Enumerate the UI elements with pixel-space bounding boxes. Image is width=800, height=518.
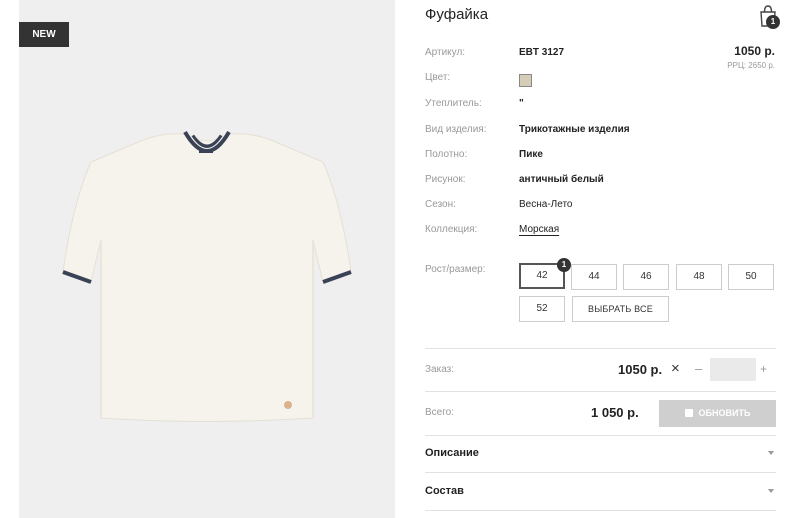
attr-value-pattern: античный белый xyxy=(519,174,604,185)
size-label: Рост/размер: xyxy=(425,264,486,275)
decrease-quantity-button[interactable]: – xyxy=(695,361,702,376)
chevron-down-icon[interactable] xyxy=(768,489,774,493)
total-label: Всего: xyxy=(425,407,454,418)
quantity-input[interactable] xyxy=(710,358,756,381)
attr-value-season: Весна-Лето xyxy=(519,199,573,210)
increase-quantity-button[interactable]: + xyxy=(760,362,767,376)
attr-label-season: Сезон: xyxy=(425,199,456,210)
attr-value-article: EBT 3127 xyxy=(519,47,565,58)
attr-label-product-type: Вид изделия: xyxy=(425,124,487,135)
attr-label-insulation: Утеплитель: xyxy=(425,98,482,109)
product-rrp: РРЦ: 2650 р. xyxy=(727,61,775,70)
update-button-label: ОБНОВИТЬ xyxy=(698,408,751,418)
size-option-46[interactable]: 46 xyxy=(623,264,669,290)
attr-label-fabric: Полотно: xyxy=(425,149,468,160)
divider xyxy=(425,391,776,392)
divider xyxy=(425,435,776,436)
attr-label-article: Артикул: xyxy=(425,47,466,58)
chevron-down-icon[interactable] xyxy=(768,451,774,455)
cart-count-badge: 1 xyxy=(766,15,780,29)
size-option-50[interactable]: 50 xyxy=(728,264,774,290)
new-badge: NEW xyxy=(19,22,69,47)
accordion-composition[interactable]: Состав xyxy=(425,485,464,497)
remove-icon[interactable]: × xyxy=(671,360,680,377)
tshirt-image xyxy=(62,130,352,422)
product-title: Фуфайка xyxy=(425,6,489,23)
bag-icon xyxy=(684,409,693,417)
select-all-sizes-button[interactable]: ВЫБРАТЬ ВСЕ xyxy=(572,296,669,322)
divider xyxy=(425,510,776,511)
size-count-badge: 1 xyxy=(557,258,571,272)
attr-value-insulation: " xyxy=(519,98,524,109)
product-price: 1050 р. xyxy=(734,44,775,58)
size-option-44[interactable]: 44 xyxy=(571,264,617,290)
product-image[interactable]: NEW xyxy=(19,0,395,518)
total-value: 1 050 р. xyxy=(591,405,639,420)
divider xyxy=(425,472,776,473)
size-option-52[interactable]: 52 xyxy=(519,296,565,322)
size-option-48[interactable]: 48 xyxy=(676,264,722,290)
attr-value-fabric: Пике xyxy=(519,149,543,160)
collection-link[interactable]: Морская xyxy=(519,224,559,235)
update-button[interactable]: ОБНОВИТЬ xyxy=(659,400,776,427)
order-label: Заказ: xyxy=(425,364,455,375)
color-swatch[interactable] xyxy=(519,74,532,87)
order-price: 1050 р. xyxy=(618,362,663,377)
attr-label-collection: Коллекция: xyxy=(425,224,478,235)
attr-label-color: Цвет: xyxy=(425,72,451,83)
divider xyxy=(425,348,776,349)
attr-value-product-type: Трикотажные изделия xyxy=(519,124,630,135)
accordion-description[interactable]: Описание xyxy=(425,447,479,459)
attr-label-pattern: Рисунок: xyxy=(425,174,466,185)
